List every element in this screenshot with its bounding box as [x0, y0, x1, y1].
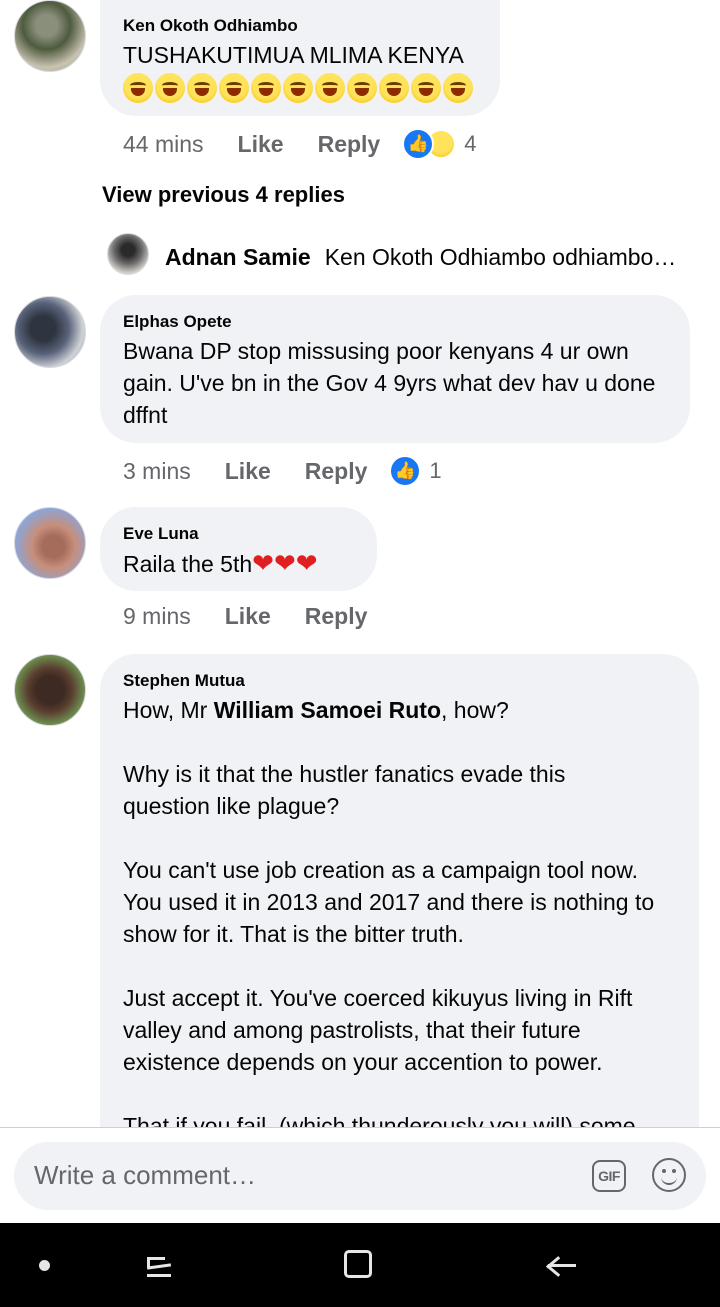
back-icon[interactable] [546, 1250, 576, 1280]
comment-text-line: Raila the 5th❤❤❤ [123, 547, 355, 580]
comment-time: 3 mins [123, 457, 191, 484]
avatar-stephen-mutua[interactable] [14, 654, 86, 726]
gif-button[interactable]: GIF [592, 1160, 626, 1192]
comment-time: 44 mins [123, 130, 204, 157]
comment-feed[interactable]: Ken Okoth Odhiambo TUSHAKUTIMUA MLIMA KE… [0, 0, 720, 1127]
comment-bold-mention[interactable]: William Samoei Ruto [214, 697, 441, 723]
comment-time: 9 mins [123, 603, 191, 629]
system-navigation-bar [0, 1223, 720, 1307]
laughing-emoji-icon [379, 73, 409, 103]
red-heart-icon: ❤ [252, 548, 274, 578]
laughing-emoji-icon [283, 73, 313, 103]
collapsed-reply[interactable]: Adnan Samie Ken Okoth Odhiambo odhiambo… [165, 244, 685, 271]
comment-text: TUSHAKUTIMUA MLIMA KENYA [123, 42, 464, 68]
comment-meta: 9 mins Like Reply [123, 603, 367, 630]
reply-button[interactable]: Reply [318, 131, 381, 158]
comment-bubble[interactable]: Eve Luna Raila the 5th❤❤❤ [100, 507, 377, 591]
home-icon[interactable] [344, 1250, 372, 1278]
reply-button[interactable]: Reply [305, 603, 368, 630]
comment-paragraph: Why is it that the hustler fanatics evad… [123, 761, 566, 819]
laughing-emoji-icon [123, 73, 153, 103]
reply-author[interactable]: Adnan Samie [165, 244, 311, 270]
red-heart-icon: ❤ [295, 548, 318, 578]
laughing-emoji-icon [219, 73, 249, 103]
reaction-summary[interactable]: 👍 4 [402, 128, 476, 160]
like-reaction-icon: 👍 [402, 128, 435, 160]
comment-composer-bar: Write a comment… GIF [0, 1127, 720, 1223]
comment-text-suffix: , how? [441, 697, 509, 723]
like-button[interactable]: Like [238, 131, 284, 158]
avatar-adnan-samie[interactable] [107, 233, 149, 275]
comment-author[interactable]: Elphas Opete [123, 312, 668, 332]
comment-paragraph: You can't use job creation as a campaign… [123, 857, 655, 947]
view-previous-replies-link[interactable]: View previous 4 replies [102, 182, 345, 208]
heart-emoji-row: ❤❤❤ [252, 548, 318, 578]
comment-bubble[interactable]: Ken Okoth Odhiambo TUSHAKUTIMUA MLIMA KE… [100, 0, 500, 116]
reply-preview-text: Ken Okoth Odhiambo odhiambo… [324, 244, 677, 270]
laughing-emoji-icon [187, 73, 217, 103]
laughing-emoji-icon [155, 73, 185, 103]
comment-meta: 3 mins Like Reply 👍 1 [123, 455, 442, 487]
laughing-emoji-icon [411, 73, 441, 103]
comment-author[interactable]: Eve Luna [123, 524, 355, 544]
like-button[interactable]: Like [225, 603, 271, 630]
comment-paragraph: That if you fail, (which thunderously yo… [123, 1113, 636, 1127]
comment-bubble[interactable]: Elphas Opete Bwana DP stop missusing poo… [100, 295, 690, 443]
laughing-emoji-icon [315, 73, 345, 103]
comment-first-line: How, Mr William Samoei Ruto, how? [123, 694, 677, 726]
reaction-summary[interactable]: 👍 1 [389, 455, 442, 487]
like-reaction-icon: 👍 [389, 455, 422, 487]
comment-text: Bwana DP stop missusing poor kenyans 4 u… [123, 338, 656, 428]
laughing-emoji-icon [443, 73, 473, 103]
recent-apps-icon[interactable] [143, 1251, 173, 1281]
comment-input-placeholder: Write a comment… [34, 1160, 257, 1190]
comment-input[interactable]: Write a comment… GIF [14, 1142, 706, 1210]
avatar-eve-luna[interactable] [14, 507, 86, 579]
emoji-row [123, 73, 478, 103]
reaction-count: 1 [429, 458, 442, 483]
comment-text: Raila the 5th [123, 551, 253, 577]
avatar-ken-okoth[interactable] [14, 0, 86, 72]
comment-author[interactable]: Stephen Mutua [123, 671, 677, 691]
red-heart-icon: ❤ [273, 548, 296, 578]
avatar-elphas-opete[interactable] [14, 296, 86, 368]
comment-author[interactable]: Ken Okoth Odhiambo [123, 16, 478, 36]
comment-bubble[interactable]: Stephen Mutua How, Mr William Samoei Rut… [100, 654, 699, 1127]
laughing-emoji-icon [251, 73, 281, 103]
comment-text-prefix: How, Mr [123, 697, 214, 723]
smiley-icon[interactable] [652, 1158, 686, 1192]
reply-button[interactable]: Reply [305, 458, 368, 485]
comment-paragraph: Just accept it. You've coerced kikuyus l… [123, 985, 633, 1075]
laughing-emoji-icon [347, 73, 377, 103]
dot-icon[interactable] [39, 1260, 50, 1271]
reaction-count: 4 [464, 131, 477, 156]
like-button[interactable]: Like [225, 458, 271, 485]
comment-meta: 44 mins Like Reply 👍 4 [123, 128, 476, 160]
